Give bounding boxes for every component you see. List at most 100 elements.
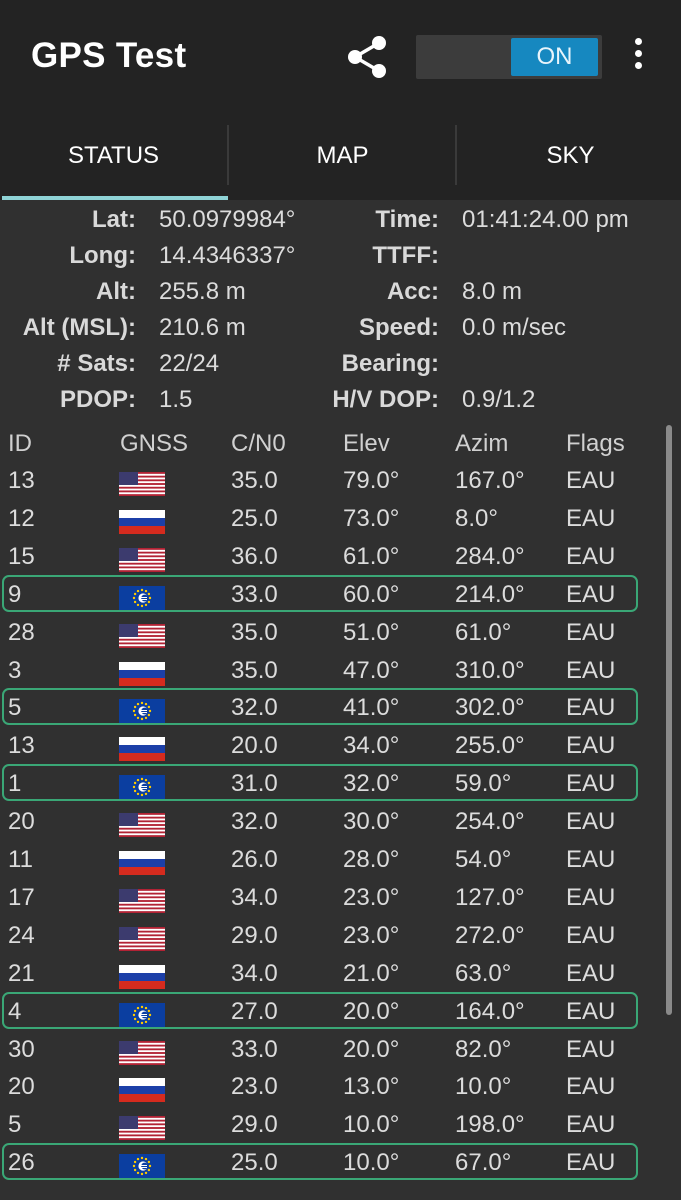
- status-alt-msl: 210.6 m: [159, 314, 246, 341]
- cell-cn0: 27.0: [231, 998, 278, 1025]
- tab-bar: STATUS MAP SKY: [0, 118, 681, 200]
- toggle-on-label: ON: [511, 38, 598, 76]
- cell-id: 13: [8, 732, 35, 759]
- cell-id: 4: [8, 998, 22, 1025]
- cell-flags: EAU: [566, 1036, 616, 1063]
- cell-azim: 310.0°: [455, 657, 525, 684]
- status-acc-label: Acc:: [386, 278, 439, 305]
- cell-cn0: 36.0: [231, 543, 278, 570]
- status-time-label: Time:: [375, 206, 439, 233]
- cell-flags: EAU: [566, 543, 616, 570]
- cell-flags: EAU: [566, 884, 616, 911]
- cell-flags: EAU: [566, 694, 616, 721]
- cell-id: 5: [8, 1111, 22, 1138]
- cell-azim: 61.0°: [455, 619, 512, 646]
- tab-map[interactable]: MAP: [229, 118, 456, 200]
- cell-azim: 198.0°: [455, 1111, 525, 1138]
- status-bearing-label: Bearing:: [341, 350, 439, 377]
- cell-elev: 41.0°: [343, 694, 400, 721]
- cell-flags: EAU: [566, 732, 616, 759]
- cell-elev: 61.0°: [343, 543, 400, 570]
- cell-azim: 214.0°: [455, 581, 525, 608]
- column-header-cn0: C/N0: [231, 430, 286, 457]
- cell-flags: EAU: [566, 581, 616, 608]
- cell-azim: 82.0°: [455, 1036, 512, 1063]
- cell-cn0: 25.0: [231, 1149, 278, 1176]
- cell-flags: EAU: [566, 922, 616, 949]
- eu-galileo-flag-icon: [119, 1154, 165, 1178]
- cell-cn0: 23.0: [231, 1073, 278, 1100]
- cell-cn0: 35.0: [231, 657, 278, 684]
- us-flag-icon: [119, 548, 165, 572]
- status-speed: 0.0 m/sec: [462, 314, 567, 341]
- cell-id: 20: [8, 808, 35, 835]
- cell-id: 30: [8, 1036, 35, 1063]
- eu-galileo-flag-icon: [119, 699, 165, 723]
- us-flag-icon: [119, 889, 165, 913]
- cell-cn0: 25.0: [231, 505, 278, 532]
- tab-sky[interactable]: SKY: [457, 118, 681, 200]
- cell-flags: EAU: [566, 1111, 616, 1138]
- status-pdop: 1.5: [159, 386, 193, 413]
- russia-flag-icon: [119, 510, 165, 534]
- cell-flags: EAU: [566, 619, 616, 646]
- us-flag-icon: [119, 1041, 165, 1065]
- cell-cn0: 35.0: [231, 619, 278, 646]
- cell-flags: EAU: [566, 998, 616, 1025]
- share-icon[interactable]: [343, 33, 391, 81]
- us-flag-icon: [119, 472, 165, 496]
- cell-elev: 79.0°: [343, 467, 400, 494]
- status-sats-label: # Sats:: [57, 350, 136, 377]
- cell-id: 24: [8, 922, 35, 949]
- status-long-label: Long:: [69, 242, 136, 269]
- column-header-gnss: GNSS: [120, 430, 189, 457]
- cell-id: 17: [8, 884, 35, 911]
- cell-id: 11: [8, 846, 33, 873]
- cell-azim: 167.0°: [455, 467, 525, 494]
- cell-cn0: 20.0: [231, 732, 278, 759]
- cell-elev: 10.0°: [343, 1111, 400, 1138]
- cell-elev: 60.0°: [343, 581, 400, 608]
- cell-flags: EAU: [566, 657, 616, 684]
- cell-azim: 59.0°: [455, 770, 512, 797]
- cell-cn0: 32.0: [231, 808, 278, 835]
- cell-cn0: 29.0: [231, 922, 278, 949]
- highlighted-row-outline: [2, 992, 638, 1029]
- cell-azim: 284.0°: [455, 543, 525, 570]
- cell-cn0: 33.0: [231, 1036, 278, 1063]
- status-long: 14.4346337°: [159, 242, 296, 269]
- tab-status[interactable]: STATUS: [0, 118, 227, 200]
- cell-elev: 20.0°: [343, 1036, 400, 1063]
- cell-elev: 32.0°: [343, 770, 400, 797]
- cell-id: 26: [8, 1149, 35, 1176]
- status-alt-label: Alt:: [96, 278, 136, 305]
- column-header-flags: Flags: [566, 430, 625, 457]
- more-vert-icon[interactable]: [628, 38, 648, 78]
- gps-toggle[interactable]: ON: [416, 35, 602, 79]
- status-lat: 50.0979984°: [159, 206, 296, 233]
- cell-id: 3: [8, 657, 22, 684]
- cell-elev: 23.0°: [343, 884, 400, 911]
- status-lat-label: Lat:: [92, 206, 136, 233]
- highlighted-row-outline: [2, 1143, 638, 1180]
- cell-azim: 272.0°: [455, 922, 525, 949]
- us-flag-icon: [119, 1116, 165, 1140]
- scrollbar[interactable]: [666, 425, 672, 1015]
- cell-id: 1: [8, 770, 22, 797]
- cell-flags: EAU: [566, 846, 616, 873]
- cell-elev: 10.0°: [343, 1149, 400, 1176]
- cell-cn0: 32.0: [231, 694, 278, 721]
- cell-id: 20: [8, 1073, 35, 1100]
- app-bar: GPS Test ON: [0, 0, 681, 118]
- cell-elev: 20.0°: [343, 998, 400, 1025]
- us-flag-icon: [119, 813, 165, 837]
- cell-id: 28: [8, 619, 35, 646]
- eu-galileo-flag-icon: [119, 775, 165, 799]
- cell-azim: 10.0°: [455, 1073, 512, 1100]
- cell-flags: EAU: [566, 808, 616, 835]
- status-alt: 255.8 m: [159, 278, 246, 305]
- status-time: 01:41:24.00 pm: [462, 206, 629, 233]
- column-header-azim: Azim: [455, 430, 509, 457]
- cell-cn0: 34.0: [231, 884, 278, 911]
- cell-cn0: 33.0: [231, 581, 278, 608]
